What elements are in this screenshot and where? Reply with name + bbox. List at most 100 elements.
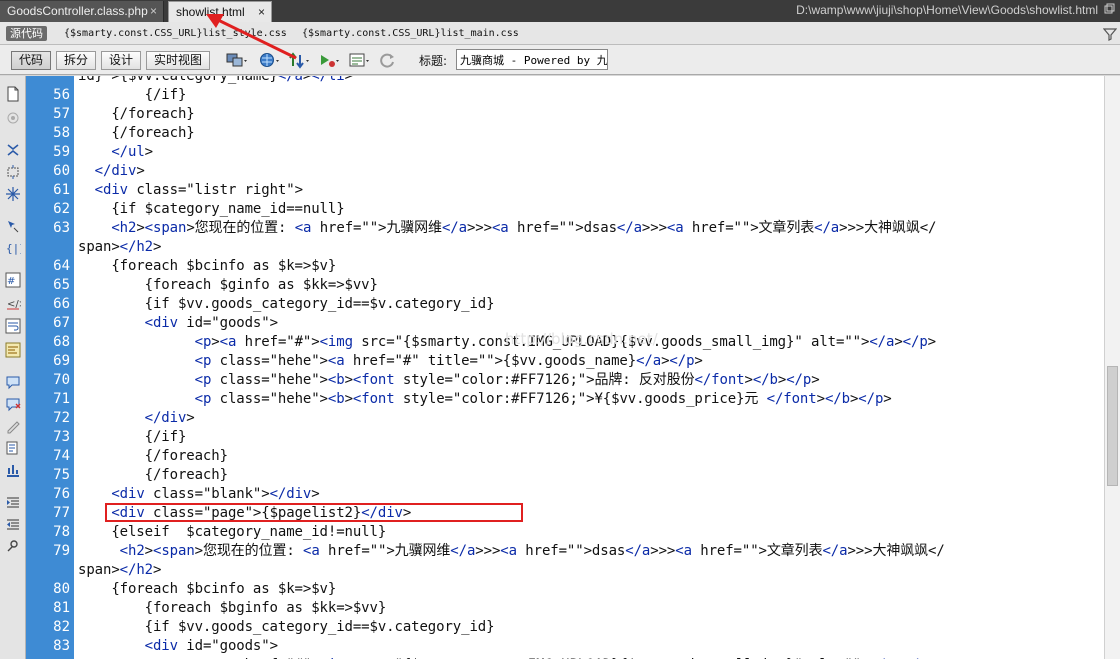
line-number: 56 <box>53 87 70 103</box>
collapse-full-tag-icon[interactable] <box>5 142 21 158</box>
debug-icon[interactable] <box>318 52 340 69</box>
tab-label: showlist.html <box>176 5 245 19</box>
vertical-scrollbar[interactable] <box>1104 76 1120 659</box>
line-number: 59 <box>53 144 70 160</box>
source-code-button[interactable]: 源代码 <box>6 26 47 41</box>
indent-code-icon[interactable] <box>5 494 21 510</box>
code-line: {/if} <box>78 429 187 445</box>
watermark: http://blog.csdn.net/ <box>505 330 658 348</box>
live-view-button[interactable]: 实时视图 <box>146 51 211 70</box>
line-number: 78 <box>53 524 70 540</box>
tab-close-icon[interactable]: × <box>258 2 265 22</box>
svg-text:</>: </> <box>7 299 21 310</box>
expand-all-icon[interactable] <box>5 186 21 202</box>
line-number: 77 <box>53 505 70 521</box>
code-line: span></h2> <box>78 562 162 578</box>
tab-goodscontroller[interactable]: GoodsController.class.php × <box>0 1 164 22</box>
line-numbers-icon[interactable]: # <box>5 272 21 288</box>
line-number: 66 <box>53 296 70 312</box>
svg-text:{|}: {|} <box>6 242 21 255</box>
code-line: {/foreach} <box>78 106 195 122</box>
line-number: 76 <box>53 486 70 502</box>
code-line: <div class="blank"></div> <box>111 486 320 502</box>
code-line: <h2><span>您现在的位置: <a href="">九骥网维</a>>><… <box>119 543 945 559</box>
format-source-code-icon[interactable] <box>5 538 21 554</box>
line-number-gutter: 56 57 58 59 60 61 62 63 64 65 66 67 68 69 70 71 72 73 74 75… <box>26 76 74 659</box>
code-line: span></h2> <box>78 239 162 255</box>
line-number: 72 <box>53 410 70 426</box>
refresh-icon[interactable] <box>378 52 400 69</box>
line-number: 70 <box>53 372 70 388</box>
related-file-list-main[interactable]: {$smarty.const.CSS_URL}list_main.css <box>302 26 519 41</box>
design-view-button[interactable]: 设计 <box>101 51 142 70</box>
code-line: {/foreach} <box>78 125 195 141</box>
select-parent-tag-icon[interactable] <box>5 218 21 234</box>
code-line: {foreach $ginfo as $kk=>$vv} <box>78 277 378 293</box>
related-file-list-style[interactable]: {$smarty.const.CSS_URL}list_style.css <box>64 26 287 41</box>
outdent-code-icon[interactable] <box>5 516 21 532</box>
line-number: 60 <box>53 163 70 179</box>
line-number: 81 <box>53 600 70 616</box>
multiscreen-icon[interactable] <box>226 52 248 69</box>
code-line: <div id="goods"> <box>144 315 278 331</box>
syntax-coloring-icon[interactable] <box>5 342 21 358</box>
file-management-icon[interactable] <box>289 52 311 69</box>
line-number: 62 <box>53 201 70 217</box>
preview-in-browser-icon[interactable] <box>259 52 281 69</box>
line-number: 83 <box>53 638 70 654</box>
file-path: D:\wamp\www\jiuji\shop\Home\View\Goods\s… <box>796 3 1098 17</box>
code-line: <p class="hehe"><a href="#" title="">{$v… <box>194 353 703 369</box>
code-line: {elseif $category_name_id!=null} <box>78 524 387 540</box>
line-number: 69 <box>53 353 70 369</box>
code-line: {if $vv.goods_category_id==$v.category_i… <box>78 619 495 635</box>
code-line: </div> <box>144 410 195 426</box>
remove-comment-icon[interactable] <box>5 396 21 412</box>
tab-close-icon[interactable]: × <box>150 1 157 21</box>
line-number: 75 <box>53 467 70 483</box>
line-number: 65 <box>53 277 70 293</box>
line-number: 80 <box>53 581 70 597</box>
collapse-selection-icon[interactable] <box>5 164 21 180</box>
split-view-button[interactable]: 拆分 <box>56 51 97 70</box>
line-number: 74 <box>53 448 70 464</box>
word-wrap-icon[interactable] <box>5 318 21 334</box>
code-editor[interactable]: id}">{$vv.category_name}</a></li> {/if} … <box>74 76 1118 659</box>
scrollbar-thumb[interactable] <box>1107 366 1118 486</box>
line-number: 61 <box>53 182 70 198</box>
balance-braces-icon[interactable]: {|} <box>5 240 26 256</box>
related-files-bar: 源代码 {$smarty.const.CSS_URL}list_style.cs… <box>0 22 1120 45</box>
title-label: 标题: <box>419 54 448 68</box>
line-number: 63 <box>53 220 70 236</box>
restore-window-icon[interactable] <box>1104 3 1116 15</box>
document-toolbar: 代码 拆分 设计 实时视图 标题: 九骥商城 - Powered by 九骥 <box>0 45 1120 75</box>
code-line: </ul> <box>111 144 153 160</box>
tab-showlist[interactable]: showlist.html × <box>168 1 272 22</box>
open-documents-icon[interactable] <box>5 86 21 102</box>
code-line: {/foreach} <box>78 448 228 464</box>
code-line: <div id="goods"> <box>144 638 278 654</box>
line-number: 67 <box>53 315 70 331</box>
recent-snippets-icon[interactable] <box>5 440 21 456</box>
code-line: </div> <box>94 163 145 179</box>
code-view-button[interactable]: 代码 <box>11 51 52 70</box>
filter-icon[interactable] <box>1102 26 1118 41</box>
code-line: {foreach $bcinfo as $k=>$v} <box>78 258 337 274</box>
code-line: {if $vv.goods_category_id==$v.category_i… <box>78 296 495 312</box>
code-line: {/foreach} <box>78 467 228 483</box>
code-line: {/if} <box>78 87 187 103</box>
line-number: 68 <box>53 334 70 350</box>
code-line: {foreach $bginfo as $kk=>$vv} <box>78 600 387 616</box>
apply-comment-icon[interactable] <box>5 374 21 390</box>
line-number: 79 <box>53 543 70 559</box>
wrap-tag-icon[interactable] <box>5 418 21 434</box>
show-code-navigator-icon[interactable] <box>5 110 21 126</box>
code-line: id}">{$vv.category_name}</a></li> <box>78 76 353 84</box>
highlight-invalid-code-icon[interactable]: </> <box>5 296 27 312</box>
visual-aids-icon[interactable] <box>348 52 370 69</box>
code-line: {foreach $bcinfo as $k=>$v} <box>78 581 337 597</box>
document-title-input[interactable]: 九骥商城 - Powered by 九骥 <box>456 49 608 70</box>
coding-toolbar: {|} # </> <box>0 76 27 659</box>
move-css-icon[interactable] <box>5 462 21 478</box>
highlight-box-line-77 <box>105 503 523 522</box>
line-number: 64 <box>53 258 70 274</box>
